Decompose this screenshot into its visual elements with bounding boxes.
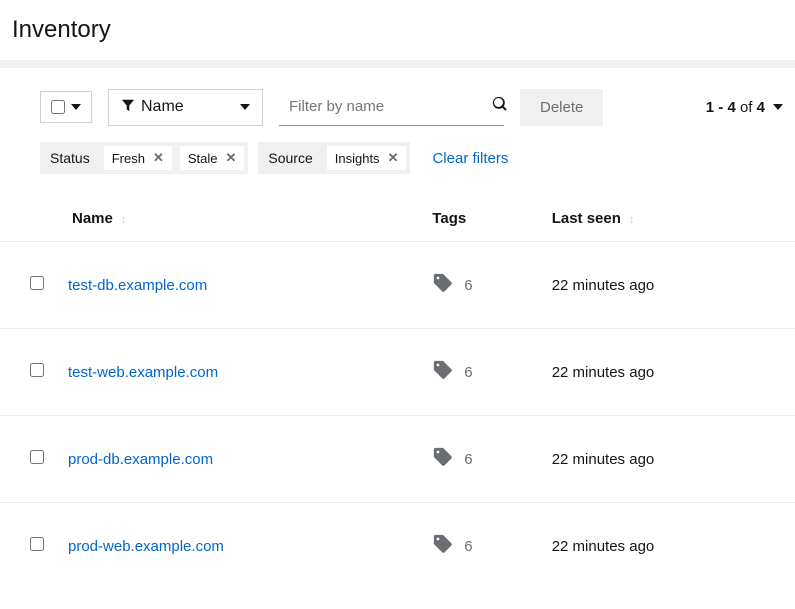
filter-icon — [121, 98, 135, 117]
row-checkbox[interactable] — [30, 450, 44, 464]
host-link[interactable]: test-db.example.com — [68, 277, 207, 294]
tag-count[interactable]: 6 — [432, 533, 535, 559]
tag-icon — [432, 359, 454, 385]
tag-icon — [432, 446, 454, 472]
close-icon[interactable]: ✕ — [225, 150, 236, 166]
clear-filters-link[interactable]: Clear filters — [432, 150, 508, 167]
host-link[interactable]: prod-web.example.com — [68, 538, 224, 555]
row-checkbox[interactable] — [30, 537, 44, 551]
select-all-checkbox[interactable] — [51, 100, 65, 114]
table-row: test-db.example.com 6 22 minutes ago — [0, 242, 795, 329]
last-seen-value: 22 minutes ago — [544, 503, 795, 590]
row-checkbox[interactable] — [30, 363, 44, 377]
pagination-range: 1 - 4 of 4 — [706, 99, 765, 116]
tag-count[interactable]: 6 — [432, 359, 535, 385]
close-icon[interactable]: ✕ — [388, 150, 399, 166]
sort-icon: ↕ — [121, 212, 127, 226]
column-header-tags: Tags — [424, 190, 543, 242]
filter-group-label: Status — [40, 144, 100, 172]
search-field[interactable] — [279, 88, 504, 126]
page-title: Inventory — [0, 0, 795, 60]
filter-attribute-label: Name — [141, 98, 184, 116]
sort-icon: ↕ — [629, 212, 635, 226]
tag-count-value: 6 — [464, 538, 472, 555]
select-all-toggle[interactable] — [40, 91, 92, 123]
delete-button[interactable]: Delete — [520, 89, 603, 126]
close-icon[interactable]: ✕ — [153, 150, 164, 166]
chevron-down-icon — [71, 104, 81, 110]
search-input[interactable] — [289, 98, 488, 115]
last-seen-value: 22 minutes ago — [544, 329, 795, 416]
inventory-table: Name↕ Tags Last seen↕ test-db.example.co… — [0, 190, 795, 589]
filter-chip-fresh: Fresh ✕ — [103, 145, 173, 171]
table-row: prod-db.example.com 6 22 minutes ago — [0, 416, 795, 503]
pagination-toggle[interactable]: 1 - 4 of 4 — [706, 99, 783, 116]
host-link[interactable]: prod-db.example.com — [68, 451, 213, 468]
column-header-last-seen[interactable]: Last seen↕ — [544, 190, 795, 242]
table-row: test-web.example.com 6 22 minutes ago — [0, 329, 795, 416]
host-link[interactable]: test-web.example.com — [68, 364, 218, 381]
row-checkbox[interactable] — [30, 276, 44, 290]
divider — [0, 60, 795, 68]
active-filters: Status Fresh ✕ Stale ✕ Source Insights ✕… — [40, 142, 787, 174]
tag-count-value: 6 — [464, 451, 472, 468]
chevron-down-icon — [773, 104, 783, 110]
tag-icon — [432, 272, 454, 298]
last-seen-value: 22 minutes ago — [544, 242, 795, 329]
filter-group-source: Source Insights ✕ — [258, 142, 410, 174]
chevron-down-icon — [240, 104, 250, 110]
tag-count[interactable]: 6 — [432, 272, 535, 298]
column-header-checkbox — [0, 190, 60, 242]
chip-text: Insights — [335, 151, 380, 166]
filter-chip-stale: Stale ✕ — [179, 145, 246, 171]
chip-text: Fresh — [112, 151, 145, 166]
filter-group-status: Status Fresh ✕ Stale ✕ — [40, 142, 248, 174]
last-seen-value: 22 minutes ago — [544, 416, 795, 503]
filter-group-label: Source — [258, 144, 322, 172]
chip-text: Stale — [188, 151, 218, 166]
filter-attribute-select[interactable]: Name — [108, 89, 263, 126]
tag-count-value: 6 — [464, 364, 472, 381]
toolbar: Name Delete 1 - 4 of 4 Status Fresh ✕ St… — [0, 72, 795, 174]
table-row: prod-web.example.com 6 22 minutes ago — [0, 503, 795, 590]
filter-chip-insights: Insights ✕ — [326, 145, 408, 171]
tag-icon — [432, 533, 454, 559]
column-header-name[interactable]: Name↕ — [60, 190, 424, 242]
tag-count[interactable]: 6 — [432, 446, 535, 472]
search-icon[interactable] — [488, 92, 512, 121]
tag-count-value: 6 — [464, 277, 472, 294]
